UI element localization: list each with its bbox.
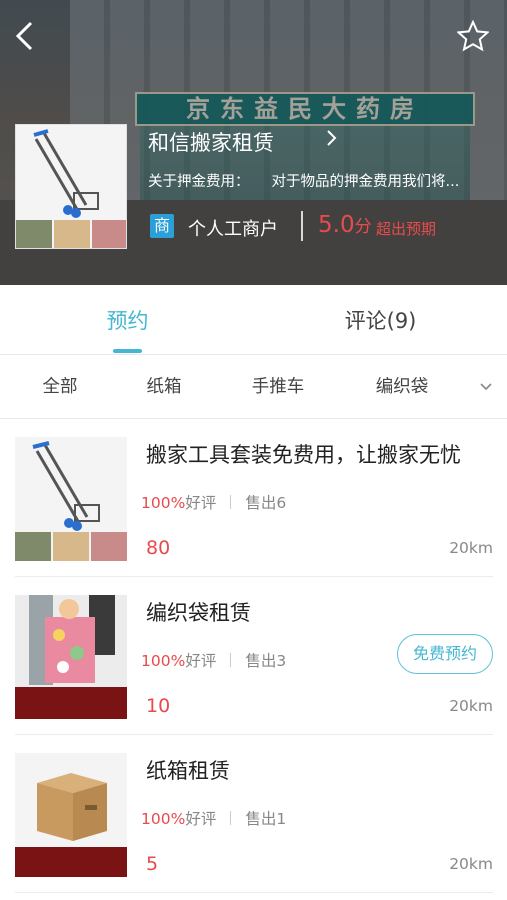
rating-label: 好评	[185, 810, 217, 828]
sold-count: 售出6	[245, 494, 287, 512]
product-title[interactable]: 搬家工具套装免费用，让搬家无忧	[146, 439, 461, 469]
rating-label: 好评	[185, 652, 217, 670]
deposit-notice[interactable]: 关于押金费用： 对于物品的押金费用我们将...	[148, 170, 498, 191]
product-price: 10	[146, 695, 171, 717]
product-stats: 100%好评 售出1	[141, 807, 286, 829]
product-item[interactable]: 纸箱租赁 100%好评 售出1 5 20km	[15, 735, 493, 893]
chevron-left-icon	[15, 21, 33, 51]
tab-reservation[interactable]: 预约	[60, 285, 195, 355]
shop-header: 京东益民大药房 和信搬家租赁 关于押金费用： 对于物品的押金费用我们将... 商 …	[0, 0, 507, 285]
product-distance: 20km	[449, 855, 493, 873]
shop-thumbnail[interactable]	[15, 124, 127, 249]
tab-bar: 预约 评论(9)	[0, 285, 507, 355]
rating-percent: 100%	[141, 494, 186, 512]
rating-percent: 100%	[141, 810, 186, 828]
product-price: 80	[146, 537, 171, 559]
star-outline-icon	[457, 20, 489, 52]
sold-count: 售出3	[245, 652, 287, 670]
filter-hand-truck[interactable]: 手推车	[233, 355, 323, 419]
hand-truck-image	[16, 125, 126, 248]
merchant-badge: 商	[150, 214, 174, 238]
product-price: 5	[146, 853, 159, 875]
product-title[interactable]: 编织袋租赁	[146, 597, 251, 627]
chevron-down-icon[interactable]	[476, 375, 496, 399]
active-tab-indicator	[113, 349, 142, 353]
free-reserve-button[interactable]: 免费预约	[397, 634, 493, 674]
sold-count: 售出1	[245, 810, 287, 828]
product-item[interactable]: 编织袋租赁 100%好评 售出3 免费预约 10 20km	[15, 577, 493, 735]
category-filter-bar: 全部 纸箱 手推车 编织袋	[0, 355, 507, 419]
filter-woven-bag[interactable]: 编织袋	[357, 355, 447, 419]
score-note: 超出预期	[376, 220, 437, 238]
shop-score: 5.0分	[318, 212, 372, 238]
product-image-carton[interactable]	[15, 753, 127, 877]
product-distance: 20km	[449, 539, 493, 557]
product-stats: 100%好评 售出3	[141, 649, 286, 671]
favorite-button[interactable]	[455, 18, 491, 54]
back-button[interactable]	[10, 18, 40, 54]
product-stats: 100%好评 售出6	[141, 491, 286, 513]
product-distance: 20km	[449, 697, 493, 715]
product-image-hand-truck[interactable]	[15, 437, 127, 561]
shop-detail-chevron-icon[interactable]	[326, 128, 338, 153]
header-divider	[301, 211, 303, 241]
rating-percent: 100%	[141, 652, 186, 670]
deposit-label: 关于押金费用：	[148, 174, 250, 190]
merchant-type: 个人工商户	[188, 219, 278, 240]
rating-label: 好评	[185, 494, 217, 512]
filter-carton[interactable]: 纸箱	[119, 355, 209, 419]
product-title[interactable]: 纸箱租赁	[146, 755, 230, 785]
shop-name[interactable]: 和信搬家租赁	[148, 127, 274, 157]
tab-reviews[interactable]: 评论(9)	[313, 285, 448, 355]
deposit-text: 对于物品的押金费用我们将...	[271, 174, 460, 190]
product-item[interactable]: 搬家工具套装免费用，让搬家无忧 100%好评 售出6 80 20km	[15, 419, 493, 577]
product-image-woven-bag[interactable]	[15, 595, 127, 719]
filter-all[interactable]: 全部	[15, 355, 105, 419]
